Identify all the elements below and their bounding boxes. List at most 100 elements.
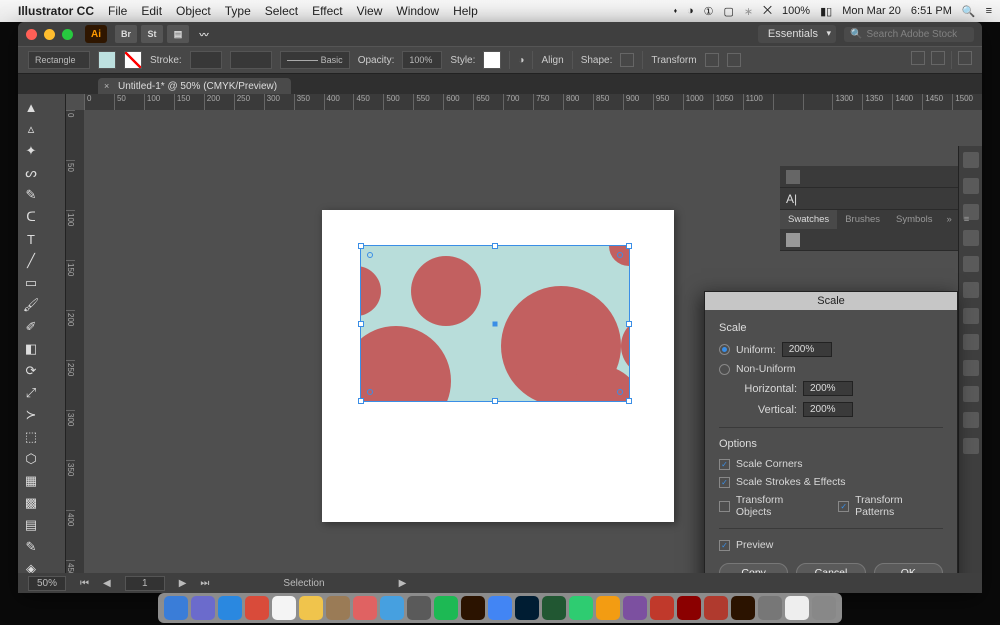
menu-window[interactable]: Window <box>396 4 439 18</box>
dropbox-icon[interactable]: ⬪ <box>674 5 677 18</box>
dock-app-4[interactable] <box>272 596 296 620</box>
artboard-nav-last-icon[interactable]: ⏭ <box>200 578 209 589</box>
dock-app-8[interactable] <box>380 596 404 620</box>
shape-props-icon[interactable] <box>620 53 634 67</box>
time-text[interactable]: 6:51 PM <box>911 5 952 17</box>
dock-app-1[interactable] <box>191 596 215 620</box>
uniform-value-field[interactable]: 200% <box>782 342 832 357</box>
color-guide-panel-icon[interactable] <box>963 178 979 194</box>
shape-name-field[interactable]: Rectangle <box>28 51 90 69</box>
dock-app-23[interactable] <box>785 596 809 620</box>
dock-app-21[interactable] <box>731 596 755 620</box>
dock-app-19[interactable] <box>677 596 701 620</box>
artboard-nav-next-icon[interactable]: ▶ <box>179 578 187 589</box>
stroke-panel-icon[interactable] <box>963 282 979 298</box>
panel-menu-icon[interactable] <box>958 51 972 65</box>
dock-app-13[interactable] <box>515 596 539 620</box>
minimize-window-button[interactable] <box>44 29 55 40</box>
gpuperf-icon[interactable]: 〰 <box>193 25 215 43</box>
tab-brushes[interactable]: Brushes <box>837 210 888 229</box>
width-tool[interactable]: ≻ <box>20 404 42 426</box>
zoom-window-button[interactable] <box>62 29 73 40</box>
menu-type[interactable]: Type <box>225 4 251 18</box>
menu-help[interactable]: Help <box>453 4 478 18</box>
appearance-panel-icon[interactable] <box>963 360 979 376</box>
brush-def-field[interactable]: Basic <box>280 51 350 69</box>
transparency-panel-icon[interactable] <box>963 334 979 350</box>
artboard-number-field[interactable]: 1 <box>125 576 165 591</box>
scale-strokes-checkbox[interactable]: ✓ <box>719 477 730 488</box>
shape-builder-tool[interactable]: ⬡ <box>20 448 42 470</box>
zoom-field[interactable]: 50% <box>28 576 66 591</box>
recolor-icon[interactable]: ◑ <box>518 55 524 66</box>
stroke-profile-field[interactable] <box>230 51 272 69</box>
tab-symbols[interactable]: Symbols <box>888 210 940 229</box>
nonuniform-radio[interactable] <box>719 364 730 375</box>
dock-app-15[interactable] <box>569 596 593 620</box>
pen-tool[interactable]: ✎ <box>20 184 42 206</box>
transform-label[interactable]: Transform <box>651 55 696 66</box>
type-tool[interactable]: T <box>20 228 42 250</box>
layers-panel-icon[interactable] <box>963 412 979 428</box>
panel-expand-icon[interactable]: » <box>940 210 957 229</box>
battery-icon[interactable]: ▮▯ <box>820 5 832 18</box>
menu-extras-icon[interactable]: ≡ <box>986 5 992 17</box>
graphic-styles-panel-icon[interactable] <box>963 386 979 402</box>
transform-wh-icon[interactable] <box>727 53 741 67</box>
gradient-tool[interactable]: ▤ <box>20 514 42 536</box>
color-panel-icon[interactable] <box>963 152 979 168</box>
panel-menu-icon[interactable]: ≡ <box>958 210 976 229</box>
dock-app-18[interactable] <box>650 596 674 620</box>
app-name[interactable]: Illustrator CC <box>18 4 94 18</box>
transform-objects-checkbox[interactable] <box>719 501 730 512</box>
menu-file[interactable]: File <box>108 4 127 18</box>
transform-xy-icon[interactable] <box>705 53 719 67</box>
menu-view[interactable]: View <box>357 4 383 18</box>
menu-edit[interactable]: Edit <box>141 4 162 18</box>
document-tab[interactable]: × Untitled-1* @ 50% (CMYK/Preview) <box>98 78 291 94</box>
selection-bounds[interactable] <box>360 245 630 402</box>
line-tool[interactable]: ╱ <box>20 250 42 272</box>
dock-app-16[interactable] <box>596 596 620 620</box>
bridge-icon[interactable]: Br <box>115 25 137 43</box>
airplay-icon[interactable]: ▢ <box>724 5 734 18</box>
dock-app-17[interactable] <box>623 596 647 620</box>
opacity-field[interactable]: 100% <box>402 51 442 69</box>
eraser-tool[interactable]: ◧ <box>20 338 42 360</box>
paintbrush-tool[interactable]: 🖌 <box>20 294 42 316</box>
arrange-docs-icon[interactable]: ▤ <box>167 25 189 43</box>
edit-similar-icon[interactable] <box>931 51 945 65</box>
horizontal-value-field[interactable]: 200% <box>803 381 853 396</box>
stroke-swatch[interactable] <box>124 51 142 69</box>
dock-app-3[interactable] <box>245 596 269 620</box>
workspace-switcher[interactable]: Essentials <box>758 25 836 43</box>
curvature-tool[interactable]: ᑕ <box>20 206 42 228</box>
date-text[interactable]: Mon Mar 20 <box>842 5 901 17</box>
dock-app-10[interactable] <box>434 596 458 620</box>
wifi-icon[interactable]: ⨉ <box>763 5 772 18</box>
search-stock-input[interactable]: 🔍 Search Adobe Stock <box>844 27 974 42</box>
style-swatch[interactable] <box>483 51 501 69</box>
free-transform-tool[interactable]: ⬚ <box>20 426 42 448</box>
perspective-tool[interactable]: ▦ <box>20 470 42 492</box>
dock-app-0[interactable] <box>164 596 188 620</box>
rectangle-tool[interactable]: ▭ <box>20 272 42 294</box>
gradient-panel-icon[interactable] <box>963 308 979 324</box>
rotate-tool[interactable]: ⟳ <box>20 360 42 382</box>
status-play-icon[interactable]: ▶ <box>399 578 407 589</box>
dock-app-12[interactable] <box>488 596 512 620</box>
dock-app-2[interactable] <box>218 596 242 620</box>
menu-effect[interactable]: Effect <box>312 4 342 18</box>
uniform-radio[interactable] <box>719 344 730 355</box>
color-mini-panel[interactable] <box>780 166 958 188</box>
dock-app-5[interactable] <box>299 596 323 620</box>
symbols-panel-icon[interactable] <box>963 256 979 272</box>
character-mini-panel[interactable]: A| <box>780 188 958 210</box>
bluetooth-icon[interactable]: ∗ <box>744 5 753 18</box>
dock-app-14[interactable] <box>542 596 566 620</box>
spotlight-icon[interactable]: 🔍 <box>962 5 976 18</box>
artboards-panel-icon[interactable] <box>963 438 979 454</box>
mesh-tool[interactable]: ▩ <box>20 492 42 514</box>
lasso-tool[interactable]: ᔕ <box>20 162 42 184</box>
cc-status-icon[interactable]: ◑ <box>687 5 694 17</box>
